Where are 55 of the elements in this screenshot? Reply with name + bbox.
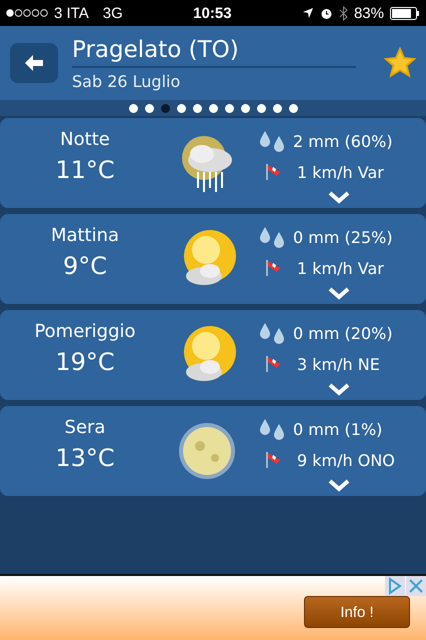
page-dot[interactable]: [160, 104, 170, 112]
battery-icon: [390, 6, 420, 20]
page-dot[interactable]: [256, 104, 266, 112]
wind-speed: 3 km/h NE: [297, 354, 380, 374]
carrier-name: 3 ITA: [54, 4, 89, 22]
clock-time: 10:53: [193, 4, 232, 22]
temperature: 13°C: [55, 444, 115, 472]
favorite-star-icon[interactable]: [384, 47, 416, 79]
wind-speed: 1 km/h Var: [297, 162, 384, 182]
page-dot[interactable]: [176, 104, 186, 112]
wind-speed: 1 km/h Var: [297, 258, 384, 278]
back-arrow-icon: [24, 54, 44, 72]
wind-speed: 9 km/h ONO: [297, 450, 395, 470]
temperature: 11°C: [55, 156, 115, 184]
page-dot[interactable]: [144, 104, 154, 112]
forecast-card[interactable]: Mattina 9°C 0 mm (25%) 1 km/h Var: [0, 214, 426, 304]
temperature: 19°C: [55, 348, 115, 376]
page-dot[interactable]: [128, 104, 138, 112]
precipitation: 0 mm (1%): [293, 420, 382, 439]
location-title[interactable]: Pragelato (TO): [72, 35, 356, 68]
page-dot[interactable]: [208, 104, 218, 112]
network-type: 3G: [102, 4, 123, 22]
battery-percent: 83%: [354, 4, 384, 22]
page-dot[interactable]: [288, 104, 298, 112]
alarm-icon: [320, 6, 333, 20]
page-dot[interactable]: [240, 104, 250, 112]
forecast-card[interactable]: Sera 13°C 0 mm (1%) 9 km/h ONO: [0, 406, 426, 496]
chevron-down-icon[interactable]: [328, 478, 350, 492]
chevron-down-icon[interactable]: [328, 382, 350, 396]
page-dot[interactable]: [224, 104, 234, 112]
back-button[interactable]: [10, 43, 58, 83]
signal-icon: [6, 9, 48, 17]
forecast-card[interactable]: Notte 11°C 2 mm (60%) 1 km/h Var: [0, 118, 426, 208]
windsock-icon: [266, 451, 282, 469]
info-button[interactable]: Info !: [304, 596, 410, 628]
windsock-icon: [266, 259, 282, 277]
period-name: Notte: [60, 128, 110, 150]
windsock-icon: [266, 355, 282, 373]
chevron-down-icon[interactable]: [328, 286, 350, 300]
period-name: Sera: [64, 416, 106, 438]
page-dot[interactable]: [192, 104, 202, 112]
bluetooth-icon: [338, 6, 348, 20]
period-name: Pomeriggio: [34, 320, 136, 342]
temperature: 9°C: [62, 252, 108, 280]
windsock-icon: [266, 163, 282, 181]
forecast-card[interactable]: Pomeriggio 19°C 0 mm (20%) 3 km/h NE: [0, 310, 426, 400]
ad-banner[interactable]: Info !: [0, 574, 426, 640]
chevron-down-icon[interactable]: [328, 190, 350, 204]
period-name: Mattina: [50, 224, 120, 246]
location-icon: [302, 7, 314, 19]
precipitation: 0 mm (25%): [293, 228, 393, 247]
precipitation: 2 mm (60%): [293, 132, 393, 151]
page-dot[interactable]: [272, 104, 282, 112]
precipitation: 0 mm (20%): [293, 324, 393, 343]
date-label: Sab 26 Luglio: [72, 71, 182, 91]
